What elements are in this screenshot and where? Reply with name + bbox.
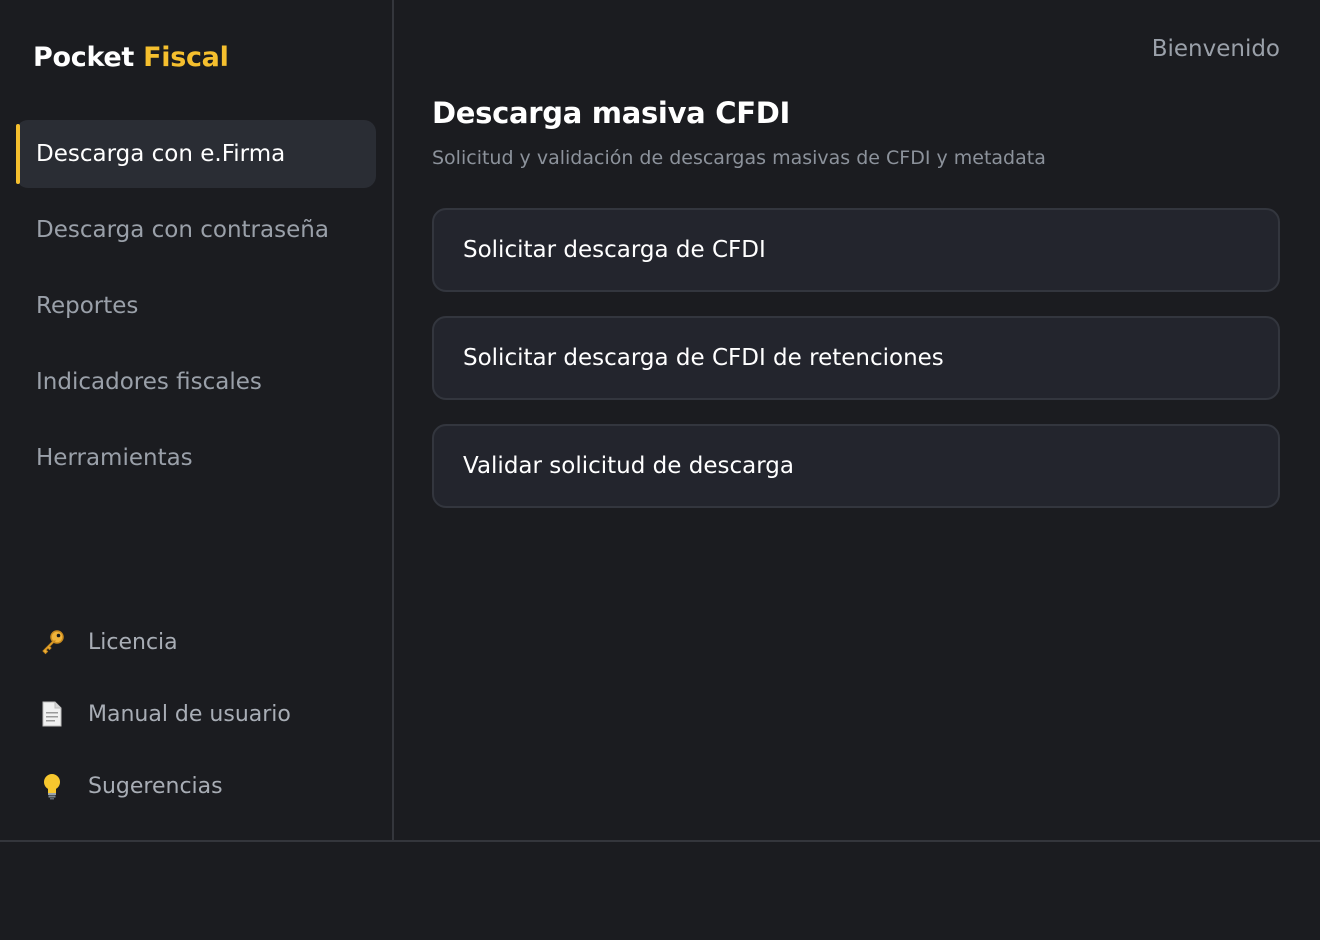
lightbulb-icon: [36, 770, 68, 802]
solicitar-descarga-cfdi-card[interactable]: Solicitar descarga de CFDI: [432, 208, 1280, 292]
sidebar-item-label: Indicadores fiscales: [36, 369, 262, 395]
card-label: Solicitar descarga de CFDI de retencione…: [463, 345, 944, 371]
card-label: Validar solicitud de descarga: [463, 453, 794, 479]
sidebar-item-label: Licencia: [88, 629, 178, 655]
sidebar-item-descarga-efirma[interactable]: Descarga con e.Firma: [16, 120, 376, 188]
sidebar-item-label: Reportes: [36, 293, 139, 319]
sidebar-item-manual[interactable]: Manual de usuario: [36, 678, 291, 750]
document-icon: [36, 698, 68, 730]
welcome-text: Bienvenido: [1151, 36, 1280, 62]
action-card-list: Solicitar descarga de CFDI Solicitar des…: [432, 208, 1280, 532]
sidebar-item-descarga-contrasena[interactable]: Descarga con contraseña: [16, 196, 376, 264]
sidebar-item-indicadores-fiscales[interactable]: Indicadores fiscales: [16, 348, 376, 416]
sidebar-item-label: Sugerencias: [88, 773, 223, 799]
validar-solicitud-card[interactable]: Validar solicitud de descarga: [432, 424, 1280, 508]
sidebar-item-reportes[interactable]: Reportes: [16, 272, 376, 340]
sidebar-item-label: Descarga con contraseña: [36, 217, 329, 243]
sidebar-nav: Descarga con e.Firma Descarga con contra…: [16, 120, 376, 500]
sidebar-item-herramientas[interactable]: Herramientas: [16, 424, 376, 492]
sidebar-item-label: Manual de usuario: [88, 701, 291, 727]
footer-divider: [0, 840, 1320, 842]
logo-text-pocket: Pocket: [33, 42, 134, 73]
sidebar-item-sugerencias[interactable]: Sugerencias: [36, 750, 291, 822]
app-logo[interactable]: Pocket Fiscal: [33, 42, 229, 73]
sidebar-item-label: Descarga con e.Firma: [36, 141, 286, 167]
sidebar-bottom-nav: Licencia Manual de usuario Sugerencias: [36, 606, 291, 822]
sidebar-item-label: Herramientas: [36, 445, 193, 471]
sidebar: Pocket Fiscal Descarga con e.Firma Desca…: [0, 0, 394, 840]
key-icon: [36, 626, 68, 658]
page-title: Descarga masiva CFDI: [432, 96, 791, 130]
page-subtitle: Solicitud y validación de descargas masi…: [432, 147, 1046, 169]
app-window: Pocket Fiscal Descarga con e.Firma Desca…: [0, 0, 1320, 940]
solicitar-descarga-retenciones-card[interactable]: Solicitar descarga de CFDI de retencione…: [432, 316, 1280, 400]
sidebar-item-licencia[interactable]: Licencia: [36, 606, 291, 678]
card-label: Solicitar descarga de CFDI: [463, 237, 766, 263]
logo-text-fiscal: Fiscal: [143, 42, 229, 73]
